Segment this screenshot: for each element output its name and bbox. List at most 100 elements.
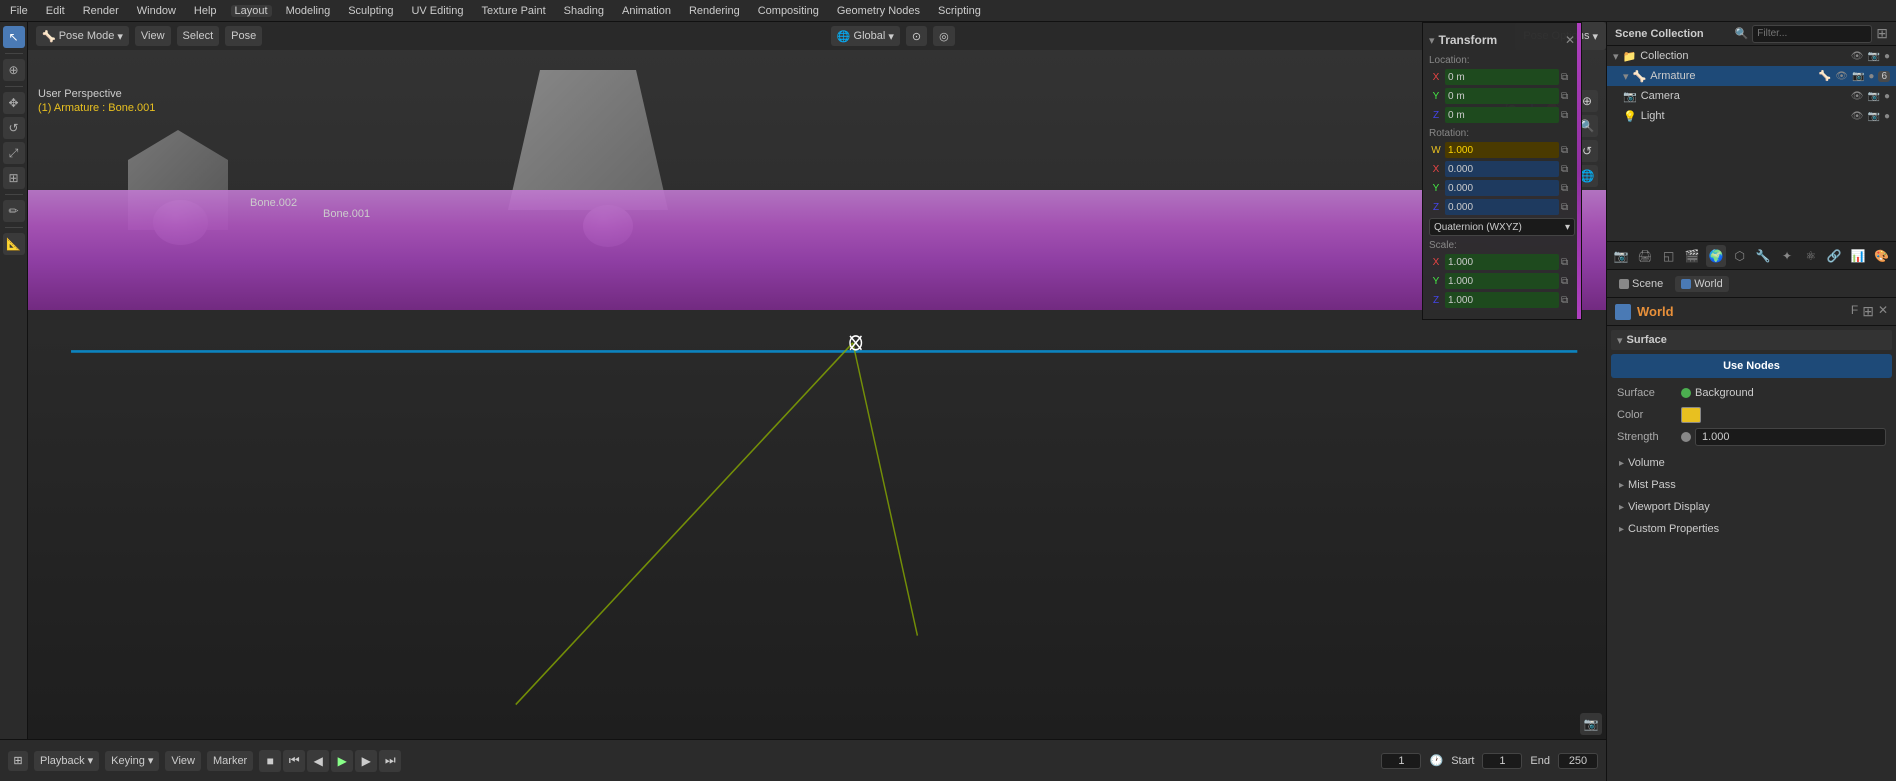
- snap-btn[interactable]: ⊙: [906, 26, 927, 46]
- location-x-copy-icon[interactable]: ⧉: [1561, 72, 1575, 83]
- prop-icon-physics[interactable]: ⚛: [1800, 245, 1821, 267]
- jump-start-btn[interactable]: ⏮: [283, 750, 305, 772]
- scale-y-value[interactable]: 1.000: [1445, 273, 1559, 289]
- location-z-copy-icon[interactable]: ⧉: [1561, 110, 1575, 121]
- move-tool-btn[interactable]: ✥: [3, 92, 25, 114]
- menu-edit[interactable]: Edit: [42, 5, 69, 17]
- rotate-tool-btn[interactable]: ↺: [3, 117, 25, 139]
- outliner-options-icon[interactable]: ⊞: [1876, 25, 1888, 42]
- prev-frame-btn[interactable]: ◀: [307, 750, 329, 772]
- outliner-search-input[interactable]: [1752, 25, 1872, 43]
- next-frame-btn[interactable]: ▶: [355, 750, 377, 772]
- menu-sculpting[interactable]: Sculpting: [344, 5, 397, 17]
- rotation-w-copy-icon[interactable]: ⧉: [1561, 145, 1575, 156]
- panel-close-icon[interactable]: ✕: [1565, 33, 1575, 47]
- viewport-view-menu[interactable]: View: [135, 26, 171, 46]
- collection-cam-icon[interactable]: 📷: [1868, 51, 1880, 62]
- viewport-pose-menu[interactable]: Pose: [225, 26, 262, 46]
- viewport-camera-icon[interactable]: 📷: [1580, 713, 1602, 735]
- rotation-y-value[interactable]: 0.000: [1445, 180, 1559, 196]
- custom-properties-section[interactable]: ▸ Custom Properties: [1611, 518, 1892, 540]
- timeline-view-menu[interactable]: View: [165, 751, 201, 771]
- menu-file[interactable]: File: [6, 5, 32, 17]
- scale-x-copy-icon[interactable]: ⧉: [1561, 257, 1575, 268]
- outliner-item-armature[interactable]: ▾ 🦴 Armature 🦴 👁 📷 ● 6: [1607, 66, 1896, 86]
- menu-help[interactable]: Help: [190, 5, 221, 17]
- scale-z-value[interactable]: 1.000: [1445, 292, 1559, 308]
- prop-icon-material[interactable]: 🎨: [1871, 245, 1892, 267]
- armature-eye-icon[interactable]: 👁: [1835, 71, 1848, 82]
- scale-tool-btn[interactable]: ⤢: [3, 142, 25, 164]
- rotation-z-value[interactable]: 0.000: [1445, 199, 1559, 215]
- rotation-mode-dropdown[interactable]: Quaternion (WXYZ) ▾: [1429, 218, 1575, 236]
- light-eye-icon[interactable]: 👁: [1851, 111, 1864, 122]
- location-z-value[interactable]: 0 m: [1445, 107, 1559, 123]
- prop-icon-output[interactable]: 🖨: [1635, 245, 1656, 267]
- viewport-scene[interactable]: User Perspective (1) Armature : Bone.001…: [28, 50, 1606, 739]
- stop-btn[interactable]: ■: [259, 750, 281, 772]
- menu-layout[interactable]: Layout: [231, 5, 272, 17]
- armature-mode-icon[interactable]: 🦴: [1819, 71, 1831, 82]
- armature-render-icon[interactable]: ●: [1868, 71, 1874, 82]
- menu-shading[interactable]: Shading: [560, 5, 608, 17]
- rotation-x-value[interactable]: 0.000: [1445, 161, 1559, 177]
- outliner-filter-icon[interactable]: 🔍: [1735, 27, 1749, 40]
- prop-icon-scene[interactable]: 🎬: [1682, 245, 1703, 267]
- menu-uv-editing[interactable]: UV Editing: [407, 5, 467, 17]
- scene-nav-world[interactable]: World: [1675, 276, 1729, 292]
- camera-cam-icon[interactable]: 📷: [1868, 91, 1880, 102]
- prop-icon-data[interactable]: 📊: [1848, 245, 1869, 267]
- rotation-z-copy-icon[interactable]: ⧉: [1561, 202, 1575, 213]
- scale-z-copy-icon[interactable]: ⧉: [1561, 295, 1575, 306]
- viewport-mode-btn[interactable]: 🦴 Pose Mode ▾: [36, 26, 129, 46]
- menu-scripting[interactable]: Scripting: [934, 5, 985, 17]
- playback-menu[interactable]: Playback ▾: [34, 751, 99, 771]
- rotation-y-copy-icon[interactable]: ⧉: [1561, 183, 1575, 194]
- proportional-btn[interactable]: ◎: [933, 26, 955, 46]
- viewport-select-menu[interactable]: Select: [177, 26, 220, 46]
- light-cam-icon[interactable]: 📷: [1868, 111, 1880, 122]
- strength-value[interactable]: 1.000: [1695, 428, 1886, 446]
- select-tool-btn[interactable]: ↖: [3, 26, 25, 48]
- volume-section[interactable]: ▸ Volume: [1611, 452, 1892, 474]
- outliner-item-light[interactable]: 💡 Light 👁 📷 ●: [1607, 106, 1896, 126]
- marker-menu[interactable]: Marker: [207, 751, 253, 771]
- scale-x-value[interactable]: 1.000: [1445, 254, 1559, 270]
- menu-render[interactable]: Render: [79, 5, 123, 17]
- menu-geometry-nodes[interactable]: Geometry Nodes: [833, 5, 924, 17]
- measure-tool-btn[interactable]: 📐: [3, 233, 25, 255]
- menu-window[interactable]: Window: [133, 5, 180, 17]
- collection-eye-icon[interactable]: 👁: [1851, 51, 1864, 62]
- menu-modeling[interactable]: Modeling: [282, 5, 335, 17]
- scale-y-copy-icon[interactable]: ⧉: [1561, 276, 1575, 287]
- end-frame-box[interactable]: 250: [1558, 753, 1598, 769]
- prop-icon-view-layer[interactable]: ◱: [1658, 245, 1679, 267]
- menu-rendering[interactable]: Rendering: [685, 5, 744, 17]
- prop-icon-render[interactable]: 📷: [1611, 245, 1632, 267]
- use-nodes-btn[interactable]: Use Nodes: [1611, 354, 1892, 378]
- play-btn[interactable]: ▶: [331, 750, 353, 772]
- rotation-x-copy-icon[interactable]: ⧉: [1561, 164, 1575, 175]
- menu-animation[interactable]: Animation: [618, 5, 675, 17]
- light-render-icon[interactable]: ●: [1884, 111, 1890, 122]
- scene-nav-scene[interactable]: Scene: [1613, 276, 1669, 292]
- menu-texture-paint[interactable]: Texture Paint: [477, 5, 549, 17]
- main-3d-viewport[interactable]: 🦴 Pose Mode ▾ View Select Pose 🌐 Global …: [28, 22, 1606, 739]
- location-x-value[interactable]: 0 m: [1445, 69, 1559, 85]
- rotation-w-value[interactable]: 1.000: [1445, 142, 1559, 158]
- location-y-copy-icon[interactable]: ⧉: [1561, 91, 1575, 102]
- cursor-tool-btn[interactable]: ⊕: [3, 59, 25, 81]
- prop-icon-modifier[interactable]: 🔧: [1753, 245, 1774, 267]
- world-close-icon[interactable]: ✕: [1878, 303, 1888, 320]
- prop-icon-object[interactable]: ⬡: [1729, 245, 1750, 267]
- menu-compositing[interactable]: Compositing: [754, 5, 823, 17]
- prop-icon-constraints[interactable]: 🔗: [1824, 245, 1845, 267]
- camera-eye-icon[interactable]: 👁: [1851, 91, 1864, 102]
- collection-render-icon[interactable]: ●: [1884, 51, 1890, 62]
- world-browse-icon[interactable]: ⊞: [1862, 303, 1874, 320]
- outliner-item-camera[interactable]: 📷 Camera 👁 📷 ●: [1607, 86, 1896, 106]
- annotate-tool-btn[interactable]: ✏: [3, 200, 25, 222]
- timeline-mode-icon[interactable]: ⊞: [8, 751, 28, 771]
- jump-end-btn[interactable]: ⏭: [379, 750, 401, 772]
- surface-section-header[interactable]: ▾ Surface: [1611, 330, 1892, 350]
